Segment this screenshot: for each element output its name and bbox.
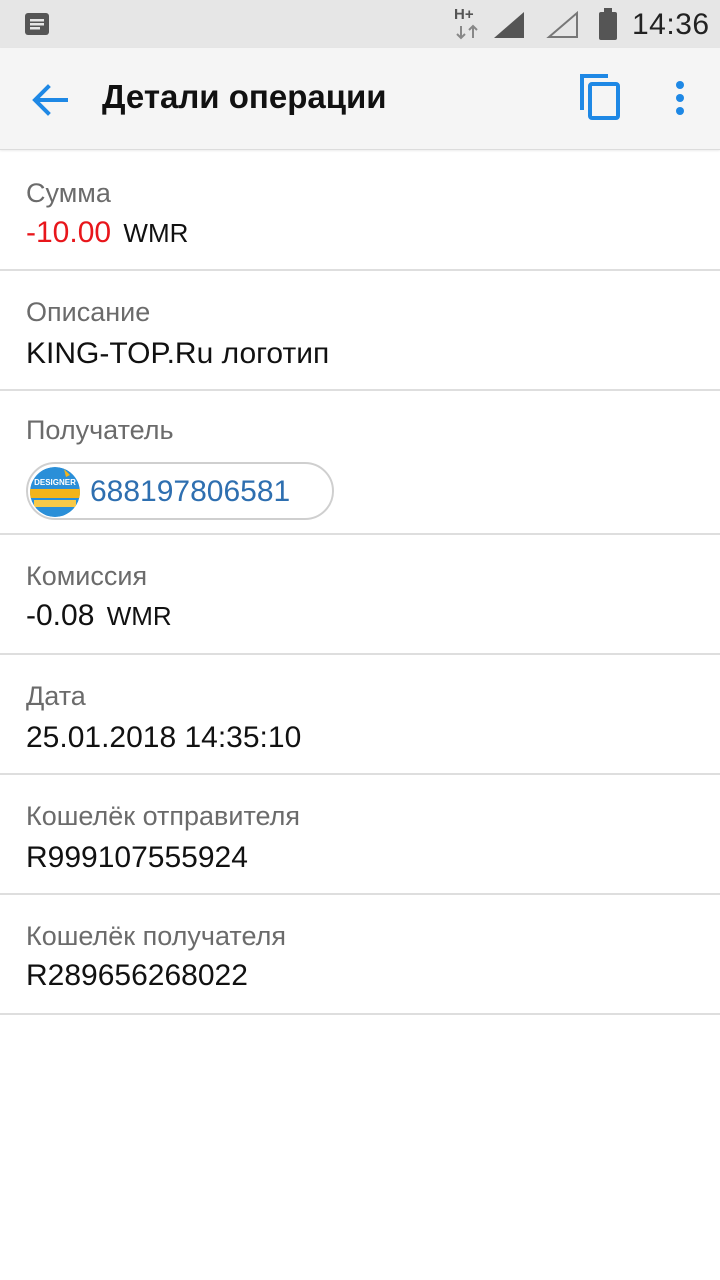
copy-icon[interactable]: [578, 72, 622, 122]
avatar-logo-text: DESIGNER: [34, 478, 76, 487]
operation-details: Сумма -10.00 WMR Описание KING-TOP.Ru ло…: [0, 150, 720, 1015]
signal-empty-icon: [546, 10, 578, 38]
amount-number: -10.00: [26, 216, 112, 249]
commission-currency: WMR: [106, 601, 172, 631]
status-bar: H+ 14:36: [0, 0, 720, 48]
battery-icon: [599, 8, 617, 40]
status-time: 14:36: [632, 8, 710, 41]
commission-row: Комиссия -0.08 WMR: [0, 535, 720, 655]
notification-icon: [25, 13, 49, 35]
app-bar: Детали операции: [0, 48, 720, 150]
date-value: 25.01.2018 14:35:10: [26, 721, 302, 754]
commission-label: Комиссия: [26, 561, 148, 591]
date-label: Дата: [26, 681, 86, 711]
signal-strength-icon: [494, 12, 524, 38]
page-title: Детали операции: [102, 78, 387, 115]
amount-label: Сумма: [26, 178, 111, 208]
commission-number: -0.08: [26, 599, 95, 632]
sender-wallet-value: R999107555924: [26, 841, 248, 874]
more-options-icon[interactable]: [666, 78, 694, 118]
network-type-icon: H+: [454, 6, 478, 40]
amount-currency: WMR: [123, 218, 189, 248]
amount-value: -10.00 WMR: [26, 216, 188, 250]
description-value: KING-TOP.Ru логотип: [26, 337, 330, 370]
amount-row: Сумма -10.00 WMR: [0, 150, 720, 271]
date-row: Дата 25.01.2018 14:35:10: [0, 655, 720, 775]
recipient-avatar: DESIGNER: [30, 467, 80, 517]
sender-wallet-row: Кошелёк отправителя R999107555924: [0, 775, 720, 895]
recipient-chip[interactable]: DESIGNER 688197806581: [26, 462, 334, 520]
recipient-wallet-row: Кошелёк получателя R289656268022: [0, 895, 720, 1015]
commission-value: -0.08 WMR: [26, 599, 172, 633]
recipient-label: Получатель: [26, 415, 174, 445]
recipient-wallet-label: Кошелёк получателя: [26, 921, 286, 951]
description-row: Описание KING-TOP.Ru логотип: [0, 271, 720, 391]
recipient-id: 688197806581: [90, 475, 291, 508]
back-arrow-icon[interactable]: [30, 80, 70, 120]
sender-wallet-label: Кошелёк отправителя: [26, 801, 301, 831]
recipient-wallet-value: R289656268022: [26, 959, 248, 992]
svg-text:H+: H+: [454, 6, 474, 23]
description-label: Описание: [26, 297, 151, 327]
